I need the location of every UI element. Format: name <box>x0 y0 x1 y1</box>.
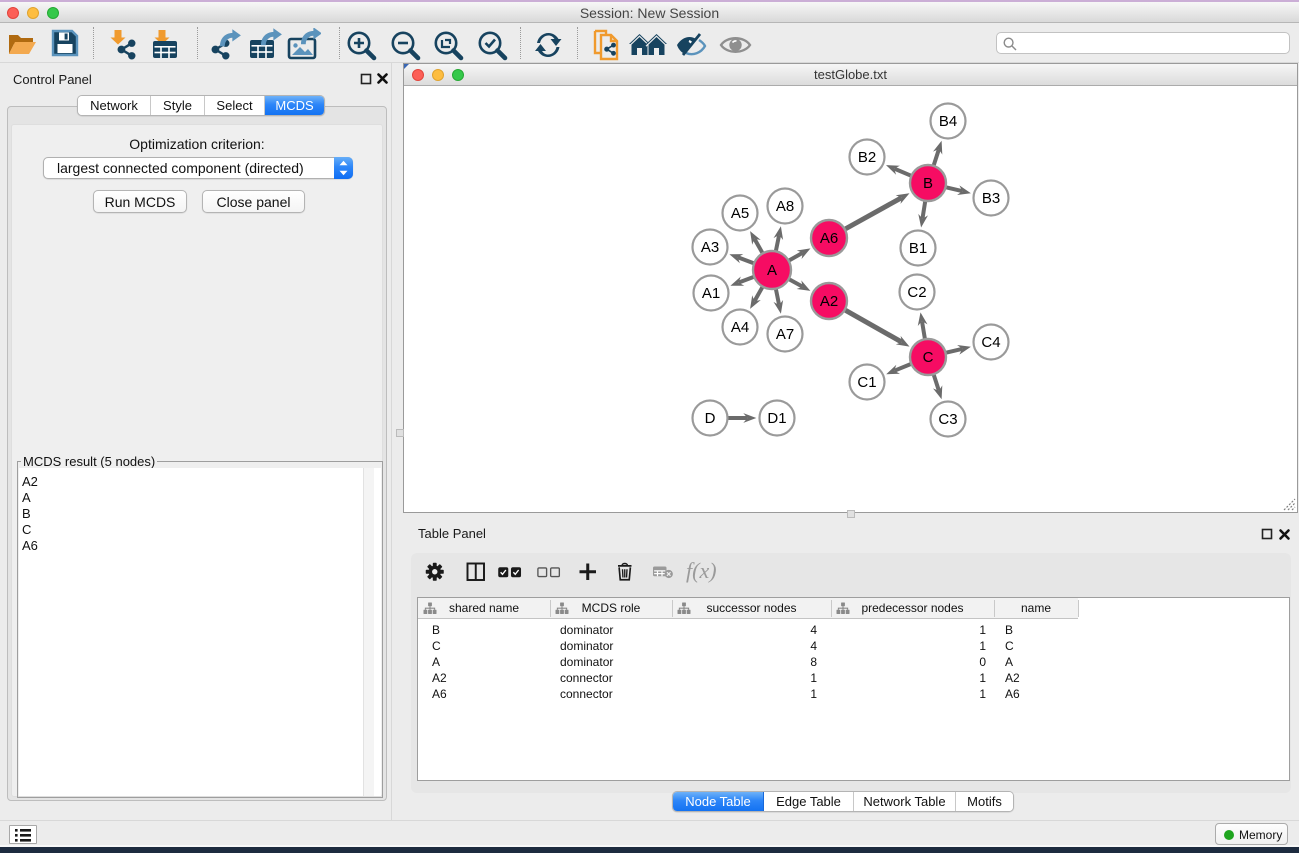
svg-text:A4: A4 <box>731 319 749 336</box>
svg-text:B3: B3 <box>982 190 1000 207</box>
svg-text:A3: A3 <box>701 239 719 256</box>
svg-text:A8: A8 <box>776 198 794 215</box>
svg-text:C1: C1 <box>857 374 876 391</box>
svg-text:A: A <box>767 262 777 279</box>
svg-text:A7: A7 <box>776 326 794 343</box>
svg-text:B4: B4 <box>939 113 957 130</box>
svg-text:B1: B1 <box>909 240 927 257</box>
svg-text:C: C <box>923 349 934 366</box>
svg-text:A1: A1 <box>702 285 720 302</box>
svg-text:A6: A6 <box>820 230 838 247</box>
svg-text:C4: C4 <box>981 334 1000 351</box>
svg-text:C2: C2 <box>907 284 926 301</box>
svg-text:C3: C3 <box>938 411 957 428</box>
svg-text:D1: D1 <box>767 410 786 427</box>
svg-text:B: B <box>923 175 933 192</box>
svg-text:A5: A5 <box>731 205 749 222</box>
svg-text:B2: B2 <box>858 149 876 166</box>
svg-text:A2: A2 <box>820 293 838 310</box>
svg-text:D: D <box>705 410 716 427</box>
